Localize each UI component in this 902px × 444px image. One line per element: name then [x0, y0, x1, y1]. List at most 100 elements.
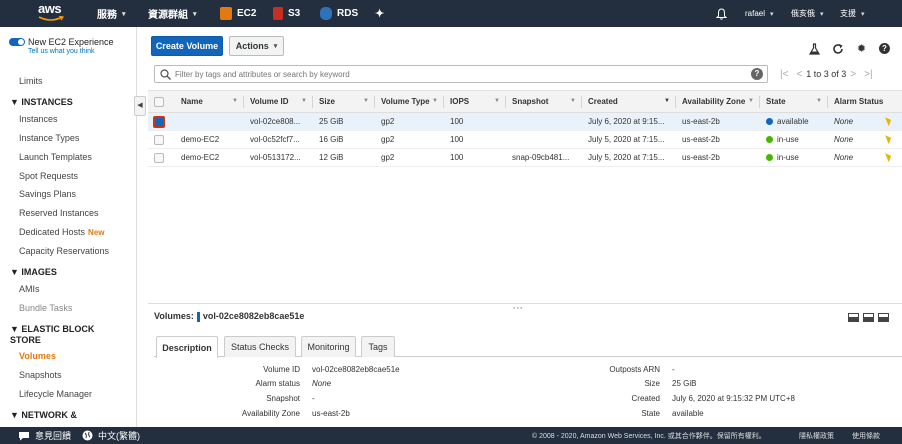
caret-down-icon: ▼ [10, 410, 22, 420]
column-header-volume-id[interactable]: Volume ID ▼ [244, 90, 313, 113]
new-experience-toggle[interactable] [9, 38, 25, 46]
column-header-alarm-status[interactable]: Alarm Status [828, 90, 902, 113]
sidebar-section-images[interactable]: ▼ IMAGES [10, 267, 57, 278]
detail-label: State [641, 409, 660, 418]
sidebar-section-network[interactable]: ▼ NETWORK & [10, 410, 77, 421]
first-page-icon[interactable]: |< [780, 69, 788, 80]
chevron-down-icon: ▾ [861, 10, 865, 18]
detail-value: vol-02ce8082eb8cae51e [312, 365, 400, 374]
sidebar-item-limits[interactable]: Limits [19, 76, 43, 86]
sidebar-item-amis[interactable]: AMIs [19, 284, 40, 294]
view-bottom-icon[interactable] [848, 313, 859, 322]
pagination: |< < 1 to 3 of 3 > >| [776, 67, 877, 81]
alarm-bell-icon[interactable] [885, 135, 892, 145]
detail-label: Snapshot [266, 394, 300, 403]
tab-description[interactable]: Description [156, 336, 218, 358]
tab-status-checks[interactable]: Status Checks [224, 336, 296, 357]
drag-handle-icon[interactable]: ▪▪▪ [513, 305, 523, 312]
detail-label: Size [644, 379, 660, 388]
privacy-link[interactable]: 隱私權政策 [799, 427, 834, 444]
support-menu[interactable]: 支援 ▾ [840, 0, 865, 27]
sidebar-item-snapshots[interactable]: Snapshots [19, 370, 62, 380]
detail-value: - [312, 394, 315, 403]
column-header-snapshot[interactable]: Snapshot ▼ [506, 90, 582, 113]
refresh-icon[interactable] [831, 42, 844, 55]
help-icon[interactable]: ? [878, 42, 891, 55]
gear-icon[interactable]: ✹ [855, 42, 868, 55]
row-checkbox[interactable] [153, 115, 165, 128]
terms-link[interactable]: 使用條款 [852, 427, 880, 444]
details-title: Volumes: vol-02ce8082eb8cae51e [154, 311, 305, 322]
sidebar-item-capacity-reservations[interactable]: Capacity Reservations [19, 246, 109, 256]
create-volume-button[interactable]: Create Volume [151, 36, 223, 56]
column-header-availability-zone[interactable]: Availability Zone ▼ [676, 90, 760, 113]
details-tabs: Description Status Checks Monitoring Tag… [154, 336, 902, 358]
column-header-volume-type[interactable]: Volume Type ▼ [375, 90, 444, 113]
alarm-bell-icon[interactable] [885, 153, 892, 163]
alarm-bell-icon[interactable] [885, 117, 892, 127]
sidebar-item-savings-plans[interactable]: Savings Plans [19, 189, 76, 199]
row-checkbox[interactable] [154, 134, 164, 145]
column-header-size[interactable]: Size ▼ [313, 90, 375, 113]
detail-value: - [672, 365, 675, 374]
region-menu[interactable]: 俄亥俄 ▾ [791, 0, 824, 27]
pin-icon[interactable]: ✦ [375, 0, 384, 27]
user-menu[interactable]: rafael ▾ [745, 0, 774, 27]
view-full-icon[interactable] [878, 313, 889, 322]
table-row[interactable]: vol-02ce808... 25 GiB gp2 100 July 6, 20… [148, 112, 902, 131]
resource-groups-menu[interactable]: 資源群組 ▾ [148, 0, 197, 27]
actions-button[interactable]: Actions ▾ [229, 36, 284, 56]
tab-monitoring[interactable]: Monitoring [301, 336, 356, 357]
sidebar-item-reserved-instances[interactable]: Reserved Instances [19, 208, 99, 218]
feedback-link[interactable]: Tell us what you think [28, 48, 95, 55]
sort-icon: ▼ [816, 98, 822, 104]
sort-icon: ▼ [570, 98, 576, 104]
search-help-icon[interactable]: ? [751, 68, 763, 80]
sidebar-item-lifecycle-manager[interactable]: Lifecycle Manager [19, 389, 92, 399]
prev-page-icon[interactable]: < [796, 69, 802, 80]
chevron-down-icon: ▾ [193, 10, 197, 18]
pane-splitter[interactable]: ▪▪▪ [148, 303, 902, 312]
sidebar-section-instances[interactable]: ▼ INSTANCES [10, 97, 73, 108]
pinned-ec2[interactable]: EC2 [220, 0, 256, 27]
pinned-rds[interactable]: RDS [320, 0, 358, 27]
next-page-icon[interactable]: > [850, 69, 856, 80]
services-menu[interactable]: 服務 ▾ [97, 0, 126, 27]
sidebar-item-instances[interactable]: Instances [19, 114, 58, 124]
sidebar-item-dedicated-hosts[interactable]: Dedicated Hosts New [19, 227, 105, 237]
column-header-iops[interactable]: IOPS ▼ [444, 90, 506, 113]
table-row[interactable]: demo-EC2 vol-0513172... 12 GiB gp2 100 s… [148, 148, 902, 167]
last-page-icon[interactable]: >| [864, 69, 872, 80]
sidebar-item-bundle-tasks[interactable]: Bundle Tasks [19, 303, 72, 313]
chevron-down-icon: ▾ [770, 10, 774, 18]
top-navigation-bar: aws 服務 ▾ 資源群組 ▾ EC2 S3 RDS ✦ rafael ▾ 俄亥俄 ▾ … [0, 0, 902, 27]
detail-label: Outposts ARN [609, 365, 660, 374]
view-split-icon[interactable] [863, 313, 874, 322]
sidebar-section-ebs[interactable]: ▼ ELASTIC BLOCK STORE [10, 324, 110, 346]
select-all-checkbox[interactable] [154, 96, 164, 107]
language-selector[interactable]: 中文(繁體) [82, 427, 140, 444]
globe-icon [82, 430, 93, 441]
sidebar-item-volumes[interactable]: Volumes [19, 351, 56, 361]
sidebar-item-launch-templates[interactable]: Launch Templates [19, 152, 92, 162]
column-header-created[interactable]: Created ▼ [582, 90, 676, 113]
feedback-link[interactable]: 意見回饋 [18, 427, 71, 444]
volume-color-bar [196, 311, 200, 322]
tab-tags[interactable]: Tags [361, 336, 395, 357]
pinned-s3[interactable]: S3 [273, 0, 300, 27]
sidebar-collapse-button[interactable]: ◀ [134, 96, 146, 116]
row-checkbox[interactable] [154, 152, 164, 163]
column-header-state[interactable]: State ▼ [760, 90, 828, 113]
copyright-text: © 2008 - 2020, Amazon Web Services, Inc.… [532, 432, 766, 440]
aws-logo[interactable]: aws [38, 2, 64, 23]
sidebar-item-spot-requests[interactable]: Spot Requests [19, 171, 78, 181]
search-input[interactable] [175, 67, 735, 81]
s3-icon [273, 7, 283, 20]
bell-icon[interactable] [716, 0, 727, 27]
caret-down-icon: ▼ [10, 267, 22, 277]
sidebar-item-instance-types[interactable]: Instance Types [19, 133, 79, 143]
table-row[interactable]: demo-EC2 vol-0c52fcf7... 16 GiB gp2 100 … [148, 130, 902, 149]
sort-icon: ▼ [494, 98, 500, 104]
column-header-name[interactable]: Name ▼ [175, 90, 244, 113]
flask-icon[interactable] [808, 42, 821, 55]
